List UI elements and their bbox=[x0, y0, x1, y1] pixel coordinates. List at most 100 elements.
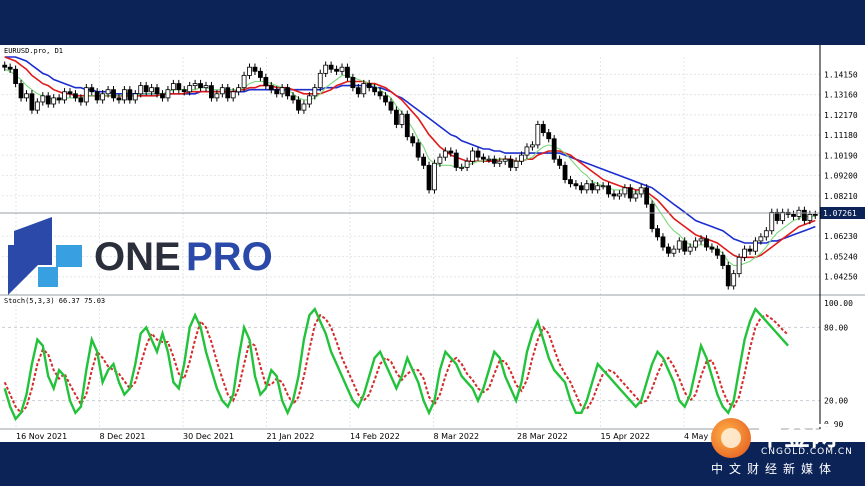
x-tick-label: 28 Mar 2022 bbox=[517, 432, 568, 441]
candle-body bbox=[442, 150, 448, 158]
candle-body bbox=[138, 85, 144, 95]
candle-body bbox=[415, 142, 421, 158]
candle-body bbox=[687, 246, 693, 252]
candle-body bbox=[29, 93, 35, 111]
candle-body bbox=[290, 95, 296, 101]
candle-body bbox=[209, 85, 214, 99]
candle-body bbox=[225, 87, 231, 99]
candle-body bbox=[40, 95, 46, 103]
candle-body bbox=[491, 158, 497, 164]
candle-body bbox=[198, 83, 203, 89]
candle-body bbox=[742, 248, 747, 258]
candle-body bbox=[448, 150, 454, 154]
candle-body bbox=[257, 70, 263, 78]
price-tick-label: 1.08210 bbox=[824, 192, 858, 201]
candle-body bbox=[170, 83, 176, 91]
candle-body bbox=[24, 93, 29, 99]
x-tick-label: 8 Mar 2022 bbox=[434, 432, 480, 441]
candle-body bbox=[611, 193, 617, 197]
candle-body bbox=[622, 187, 628, 195]
candle-body bbox=[753, 240, 758, 252]
stoch-tick-label: 20.00 bbox=[824, 397, 848, 406]
candle-body bbox=[551, 138, 557, 160]
stoch-tick-label: 100.00 bbox=[824, 299, 853, 308]
candle-body bbox=[714, 248, 720, 256]
candle-body bbox=[328, 64, 334, 70]
candle-body bbox=[334, 68, 339, 72]
candle-body bbox=[453, 152, 459, 168]
candle-body bbox=[100, 93, 106, 101]
stoch-d-line bbox=[3, 313, 789, 415]
candle-body bbox=[2, 64, 8, 68]
candle-body bbox=[73, 93, 78, 99]
candle-body bbox=[241, 74, 247, 89]
candle-body bbox=[149, 87, 155, 93]
candle-body bbox=[105, 89, 111, 95]
candle-body bbox=[693, 240, 698, 248]
candle-body bbox=[589, 183, 595, 191]
onepro-logo: ONE PRO bbox=[8, 217, 273, 295]
candle-body bbox=[132, 93, 138, 101]
candle-body bbox=[426, 164, 432, 191]
price-chart-title: EURUSD.pro, D1 bbox=[4, 47, 63, 55]
price-tick-label: 1.12170 bbox=[824, 111, 858, 120]
price-tick-label: 1.09200 bbox=[824, 172, 858, 181]
candle-body bbox=[459, 166, 465, 169]
current-price-label: 1.07261 bbox=[823, 209, 857, 218]
sma-slow-path bbox=[4, 56, 816, 244]
candle-body bbox=[252, 66, 258, 72]
candle-body bbox=[562, 164, 568, 181]
candle-body bbox=[306, 95, 312, 105]
candle-body bbox=[573, 183, 579, 187]
candle-body bbox=[758, 236, 764, 242]
screen-frame: EURUSD.pro, D1 1.14150 1.13160 1.12170 1.11… bbox=[0, 0, 865, 486]
stoch-k-path bbox=[3, 306, 789, 422]
candle-body bbox=[791, 213, 796, 217]
candle-body bbox=[94, 91, 100, 101]
candle-body bbox=[51, 97, 57, 105]
candle-body bbox=[203, 85, 209, 89]
candle-body bbox=[557, 158, 562, 166]
candle-body bbox=[301, 103, 307, 111]
candle-body bbox=[731, 273, 737, 287]
candle-body bbox=[638, 187, 644, 195]
candle-body bbox=[709, 246, 715, 250]
candle-body bbox=[279, 87, 285, 95]
candle-body bbox=[437, 156, 443, 164]
price-tick-label: 1.10190 bbox=[824, 151, 858, 160]
candle-body bbox=[584, 183, 590, 191]
candle-body bbox=[154, 87, 160, 95]
candle-body bbox=[600, 185, 606, 188]
candle-body bbox=[497, 160, 503, 164]
candle-body bbox=[165, 89, 171, 99]
x-tick-label: 8 Dec 2021 bbox=[100, 432, 146, 441]
candle-body bbox=[464, 160, 470, 168]
candle-body bbox=[13, 68, 19, 84]
candle-body bbox=[18, 83, 24, 99]
candle-body bbox=[486, 158, 492, 161]
candle-body bbox=[546, 132, 552, 140]
candle-body bbox=[176, 83, 182, 91]
candle-body bbox=[296, 99, 301, 111]
chart-svg: EURUSD.pro, D1 1.14150 1.13160 1.12170 1.11… bbox=[0, 45, 865, 441]
candle-body bbox=[519, 154, 524, 162]
candle-body bbox=[67, 91, 73, 95]
stoch-k-line bbox=[3, 306, 789, 422]
candle-body bbox=[160, 93, 165, 99]
candle-body bbox=[649, 203, 655, 230]
candle-body bbox=[230, 91, 236, 99]
candle-body bbox=[388, 101, 394, 111]
price-tick-label: 1.06230 bbox=[824, 232, 858, 241]
candle-body bbox=[192, 83, 198, 87]
candle-body bbox=[617, 193, 622, 197]
x-tick-label: 15 Apr 2022 bbox=[601, 432, 650, 441]
candle-body bbox=[671, 248, 677, 254]
candle-body bbox=[181, 89, 187, 93]
candle-body bbox=[34, 101, 40, 111]
candle-body bbox=[268, 85, 274, 91]
candle-body bbox=[698, 238, 704, 242]
candle-body bbox=[578, 185, 584, 191]
candle-body bbox=[595, 185, 601, 191]
stoch-d-path bbox=[3, 313, 789, 415]
x-tick-label: 21 Jan 2022 bbox=[267, 432, 315, 441]
